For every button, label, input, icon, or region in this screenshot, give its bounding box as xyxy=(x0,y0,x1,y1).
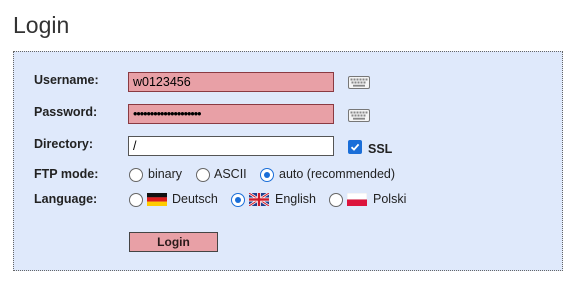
password-input[interactable] xyxy=(128,104,334,124)
ssl-checkbox[interactable] xyxy=(348,140,362,154)
ftp-mode-auto-radio[interactable] xyxy=(260,168,274,182)
language-deutsch-label: Deutsch xyxy=(172,192,218,206)
language-polski-radio[interactable] xyxy=(329,193,343,207)
keyboard-icon[interactable] xyxy=(348,74,370,90)
language-label: Language: xyxy=(34,192,98,206)
ftp-mode-auto-label: auto (recommended) xyxy=(279,167,396,181)
username-label: Username: xyxy=(34,73,99,87)
page-title: Login xyxy=(13,12,70,38)
ssl-label: SSL xyxy=(368,142,393,156)
flag-pl-icon xyxy=(347,193,367,206)
keyboard-icon[interactable] xyxy=(348,107,370,123)
login-form: Username: Password: Directory: SSL FTP m… xyxy=(13,51,563,271)
username-input[interactable] xyxy=(128,72,334,92)
flag-gb-icon xyxy=(249,193,269,206)
directory-label: Directory: xyxy=(34,137,94,151)
flag-de-icon xyxy=(147,193,167,206)
ftp-mode-label: FTP mode: xyxy=(34,167,99,181)
directory-input[interactable] xyxy=(128,136,334,156)
login-button[interactable]: Login xyxy=(129,232,218,252)
ftp-mode-binary-radio[interactable] xyxy=(129,168,143,182)
ftp-mode-ascii-label: ASCII xyxy=(214,167,247,181)
language-english-radio[interactable] xyxy=(231,193,245,207)
check-icon xyxy=(350,143,360,151)
language-english-label: English xyxy=(275,192,316,206)
language-polski-label: Polski xyxy=(373,192,407,206)
password-label: Password: xyxy=(34,105,98,119)
ftp-mode-ascii-radio[interactable] xyxy=(196,168,210,182)
ftp-mode-binary-label: binary xyxy=(148,167,183,181)
language-deutsch-radio[interactable] xyxy=(129,193,143,207)
